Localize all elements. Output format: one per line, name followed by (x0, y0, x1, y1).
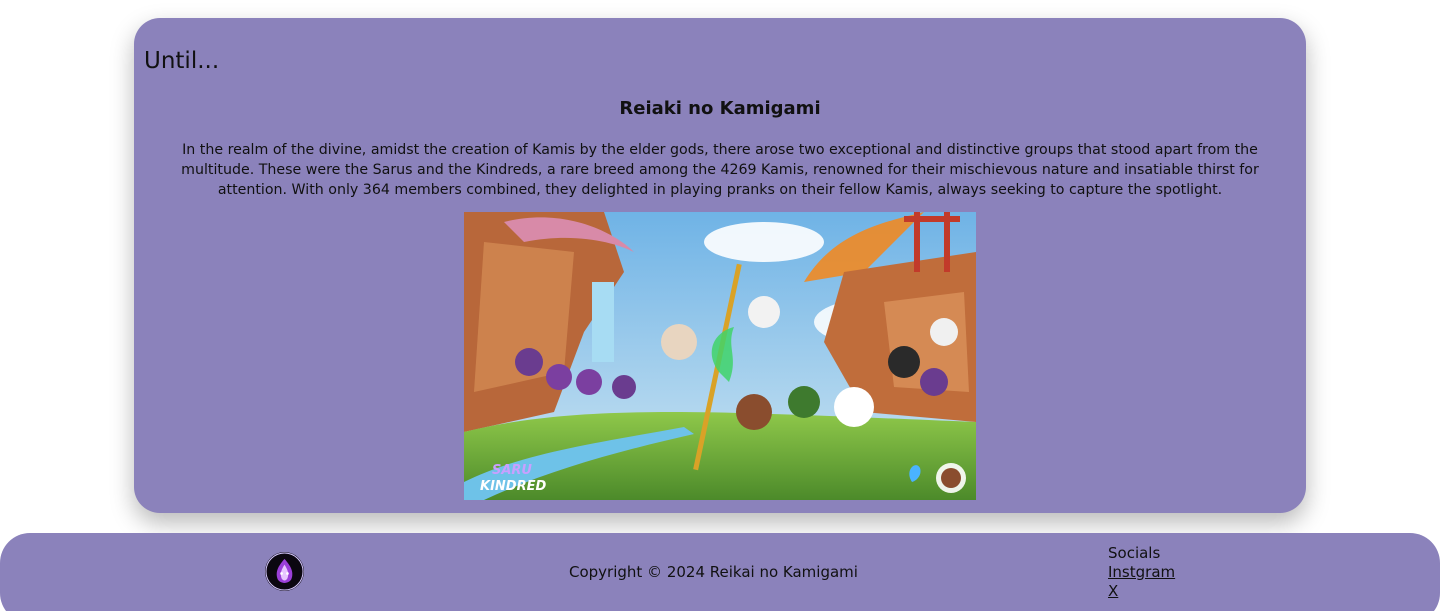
site-footer: Copyright © 2024 Reikai no Kamigami Soci… (0, 533, 1440, 611)
section-heading: Until... (144, 48, 220, 74)
story-description: In the realm of the divine, amidst the c… (181, 142, 1259, 198)
artwork-logo-bottom: KINDRED (480, 479, 546, 494)
x-link[interactable]: X (1108, 582, 1175, 601)
copyright-text: Copyright © 2024 Reikai no Kamigami (569, 563, 858, 581)
collection-title: Reiaki no Kamigami (619, 98, 821, 119)
socials-heading: Socials (1108, 544, 1161, 562)
story-card: Until... Reiaki no Kamigami In the realm… (134, 18, 1306, 513)
collection-artwork-image: SARU KINDRED (464, 212, 976, 500)
artwork-logo-top: SARU (492, 463, 532, 478)
brand-logo-icon[interactable] (265, 552, 304, 591)
socials-section: Socials Instgram X (1108, 544, 1175, 601)
instagram-link[interactable]: Instgram (1108, 563, 1175, 582)
